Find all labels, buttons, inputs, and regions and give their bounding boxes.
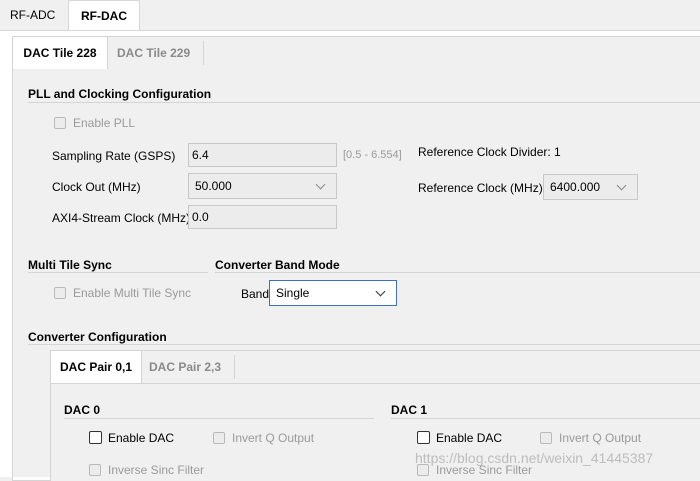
- tab-divider: [203, 41, 204, 65]
- ref-clock-value: 6400.000: [550, 180, 601, 194]
- axi-clock-field[interactable]: 0.0: [188, 205, 337, 229]
- dac1-enable-label: Enable DAC: [436, 431, 503, 445]
- dac0-inverse-sinc-checkbox[interactable]: [89, 464, 101, 476]
- band-mode-section-title: Converter Band Mode: [215, 258, 340, 272]
- dac1-invert-q-checkbox[interactable]: [540, 432, 552, 444]
- watermark-text: https://blog.csdn.net/weixin_41445387: [415, 450, 654, 466]
- chevron-down-icon: [315, 179, 326, 190]
- dac0-enable-checkbox[interactable]: [89, 431, 102, 444]
- section-divider: [64, 418, 374, 419]
- clock-out-label: Clock Out (MHz): [52, 180, 141, 194]
- dac0-inverse-sinc-label: Inverse Sinc Filter: [108, 463, 205, 477]
- tab-dac-pair-23[interactable]: DAC Pair 2,3: [149, 351, 229, 383]
- tab-dac-pair-01[interactable]: DAC Pair 0,1: [51, 351, 142, 383]
- section-divider: [28, 272, 208, 273]
- dac0-title: DAC 0: [64, 403, 101, 417]
- enable-mts-label: Enable Multi Tile Sync: [73, 286, 192, 300]
- band-value: Single: [276, 286, 310, 300]
- converter-section-title: Converter Configuration: [28, 330, 167, 344]
- sampling-rate-label: Sampling Rate (GSPS): [52, 149, 176, 163]
- tab-dac-tile-228[interactable]: DAC Tile 228: [13, 37, 108, 69]
- dac1-invert-q-label: Invert Q Output: [559, 431, 642, 445]
- sampling-rate-field[interactable]: 6.4: [188, 143, 337, 167]
- dac0-invert-q-label: Invert Q Output: [232, 431, 315, 445]
- tab-rf-adc[interactable]: RF-ADC: [10, 0, 60, 30]
- enable-mts-checkbox[interactable]: [54, 287, 66, 299]
- enable-pll-checkbox[interactable]: [54, 117, 66, 129]
- clock-out-value: 50.000: [195, 179, 232, 193]
- ref-clock-divider: Reference Clock Divider: 1: [418, 145, 561, 159]
- dac1-enable-checkbox[interactable]: [417, 431, 430, 444]
- clock-out-select[interactable]: 50.000: [188, 173, 337, 199]
- enable-pll-label: Enable PLL: [73, 116, 136, 130]
- dac0-enable-label: Enable DAC: [108, 431, 175, 445]
- tab-divider: [234, 355, 235, 379]
- dac1-title: DAC 1: [391, 403, 428, 417]
- sampling-rate-range: [0.5 - 6.554]: [343, 149, 402, 161]
- chevron-down-icon: [616, 180, 627, 191]
- section-divider: [391, 418, 700, 419]
- ref-clock-select[interactable]: 6400.000: [543, 174, 638, 200]
- section-divider: [28, 344, 700, 345]
- mts-section-title: Multi Tile Sync: [28, 258, 112, 272]
- dac0-invert-q-checkbox[interactable]: [213, 432, 225, 444]
- section-divider: [28, 102, 700, 103]
- chevron-down-icon: [375, 286, 386, 297]
- ref-clock-label: Reference Clock (MHz): [418, 181, 543, 195]
- axi-clock-label: AXI4-Stream Clock (MHz): [52, 211, 191, 225]
- section-divider: [215, 272, 700, 273]
- tab-rf-dac[interactable]: RF-DAC: [68, 0, 140, 30]
- pll-section-title: PLL and Clocking Configuration: [28, 87, 212, 101]
- tab-dac-tile-229[interactable]: DAC Tile 229: [117, 37, 197, 69]
- band-label: Band: [241, 287, 270, 301]
- band-select[interactable]: Single: [269, 280, 397, 306]
